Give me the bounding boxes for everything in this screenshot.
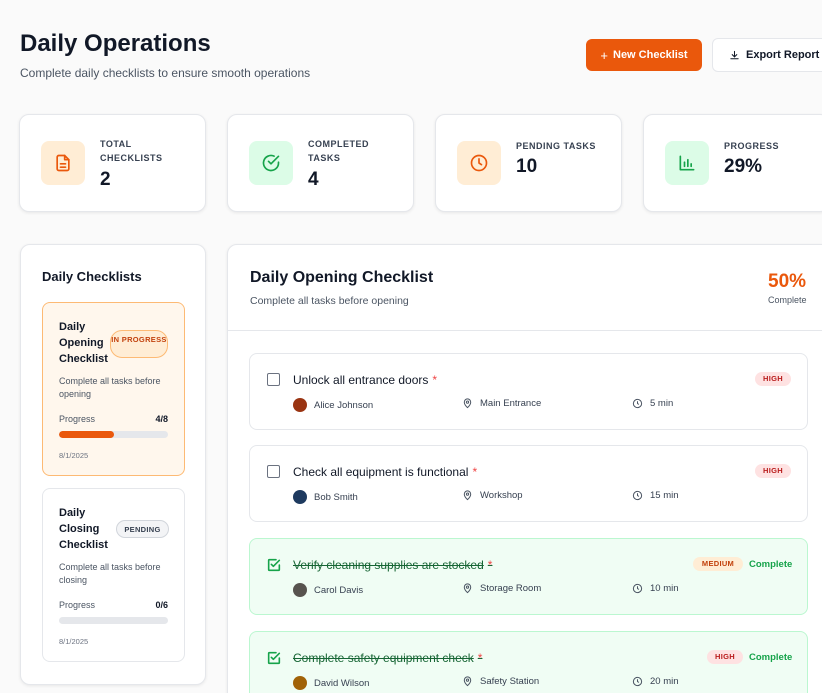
avatar [293, 583, 307, 597]
export-report-label: Export Report [746, 49, 820, 61]
checklist-date: 8/1/2025 [59, 637, 89, 646]
task-assignee: David Wilson [293, 676, 369, 690]
task-location: Storage Room [462, 583, 541, 594]
task-item: Verify cleaning supplies are stocked * ME… [249, 538, 808, 615]
map-pin-icon [462, 490, 473, 501]
task-duration: 20 min [632, 676, 679, 687]
progress-count: 4/8 [155, 414, 168, 424]
checked-checkbox-icon[interactable] [266, 650, 282, 666]
stat-card-completed-tasks: COMPLETED TASKS 4 [227, 114, 414, 212]
document-icon [41, 141, 85, 185]
progress-bar [59, 617, 168, 624]
required-marker: * [477, 651, 483, 665]
checklists-sidebar: Daily Checklists Daily Opening Checklist… [20, 244, 206, 685]
required-marker: * [487, 558, 493, 572]
checklist-card-opening[interactable]: Daily Opening Checklist IN PROGRESS Comp… [42, 302, 185, 476]
checklist-name: Daily Opening Checklist [59, 321, 108, 365]
task-status: Complete [749, 559, 793, 570]
priority-badge: HIGH [755, 372, 791, 386]
task-item: Check all equipment is functional * HIGH … [249, 445, 808, 522]
stat-value: 10 [516, 156, 538, 177]
checklist-date: 8/1/2025 [59, 451, 89, 460]
page-subtitle: Complete daily checklists to ensure smoo… [20, 66, 311, 80]
clock-icon [632, 398, 643, 409]
task-title: Check all equipment is functional * [293, 465, 478, 479]
checked-checkbox-icon[interactable] [266, 557, 282, 573]
task-title: Complete safety equipment check * [293, 651, 483, 665]
checklist-description: Complete all tasks before closing [59, 562, 161, 585]
priority-badge: HIGH [755, 464, 791, 478]
stat-label: COMPLETED TASKS [308, 139, 370, 163]
new-checklist-button[interactable]: + New Checklist [586, 39, 702, 71]
task-duration: 5 min [632, 398, 673, 409]
stat-value: 29% [724, 156, 763, 177]
priority-badge: HIGH [707, 650, 743, 664]
clock-icon [457, 141, 501, 185]
task-location: Safety Station [462, 676, 539, 687]
required-marker: * [472, 465, 478, 479]
check-circle-icon [249, 141, 293, 185]
export-report-button[interactable]: Export Report [712, 38, 822, 72]
map-pin-icon [462, 676, 473, 687]
checklist-title: Daily Opening Checklist [250, 269, 434, 286]
avatar [293, 490, 307, 504]
checklist-subtitle: Complete all tasks before opening [250, 295, 409, 307]
divider [228, 330, 822, 331]
download-icon [729, 50, 740, 61]
task-location: Workshop [462, 490, 523, 501]
required-marker: * [432, 373, 438, 387]
task-item: Unlock all entrance doors * HIGH Alice Jo… [249, 353, 808, 430]
plus-icon: + [600, 47, 608, 63]
completion-label: Complete [768, 295, 807, 305]
progress-label: Progress [59, 600, 96, 610]
task-duration: 15 min [632, 490, 679, 501]
stat-card-progress: PROGRESS 29% [643, 114, 822, 212]
page-title: Daily Operations [20, 30, 211, 57]
task-assignee: Carol Davis [293, 583, 363, 597]
checklist-detail-panel: Daily Opening Checklist Complete all tas… [227, 244, 822, 693]
stat-value: 2 [100, 169, 111, 190]
stat-value: 4 [308, 169, 319, 190]
map-pin-icon [462, 398, 473, 409]
map-pin-icon [462, 583, 473, 594]
task-checkbox[interactable] [267, 373, 280, 386]
checklist-card-closing[interactable]: Daily Closing Checklist PENDING Complete… [42, 488, 185, 662]
task-checkbox[interactable] [267, 465, 280, 478]
avatar [293, 676, 307, 690]
task-duration: 10 min [632, 583, 679, 594]
progress-count: 0/6 [155, 600, 168, 610]
task-location: Main Entrance [462, 398, 541, 409]
new-checklist-label: New Checklist [613, 49, 688, 61]
task-item: Complete safety equipment check * HIGH Co… [249, 631, 808, 693]
clock-icon [632, 583, 643, 594]
stat-card-total-checklists: TOTAL CHECKLISTS 2 [19, 114, 206, 212]
task-status: Complete [749, 652, 793, 663]
sidebar-title: Daily Checklists [42, 269, 142, 284]
stat-label: TOTAL CHECKLISTS [100, 139, 163, 163]
progress-label: Progress [59, 414, 96, 424]
task-assignee: Bob Smith [293, 490, 358, 504]
checklist-name: Daily Closing Checklist [59, 507, 108, 551]
clock-icon [632, 490, 643, 501]
progress-bar-fill [59, 431, 114, 438]
bar-chart-icon [665, 141, 709, 185]
stat-card-pending-tasks: PENDING TASKS 10 [435, 114, 622, 212]
task-assignee: Alice Johnson [293, 398, 373, 412]
avatar [293, 398, 307, 412]
priority-badge: MEDIUM [693, 557, 743, 571]
clock-icon [632, 676, 643, 687]
stat-label: PROGRESS [724, 141, 780, 151]
completion-percent: 50% [768, 271, 807, 292]
task-title: Unlock all entrance doors * [293, 373, 438, 387]
stat-label: PENDING TASKS [516, 141, 596, 151]
status-badge: PENDING [116, 520, 169, 538]
progress-bar [59, 431, 168, 438]
checklist-description: Complete all tasks before opening [59, 376, 161, 399]
status-badge: IN PROGRESS [110, 330, 168, 358]
task-title: Verify cleaning supplies are stocked * [293, 558, 493, 572]
